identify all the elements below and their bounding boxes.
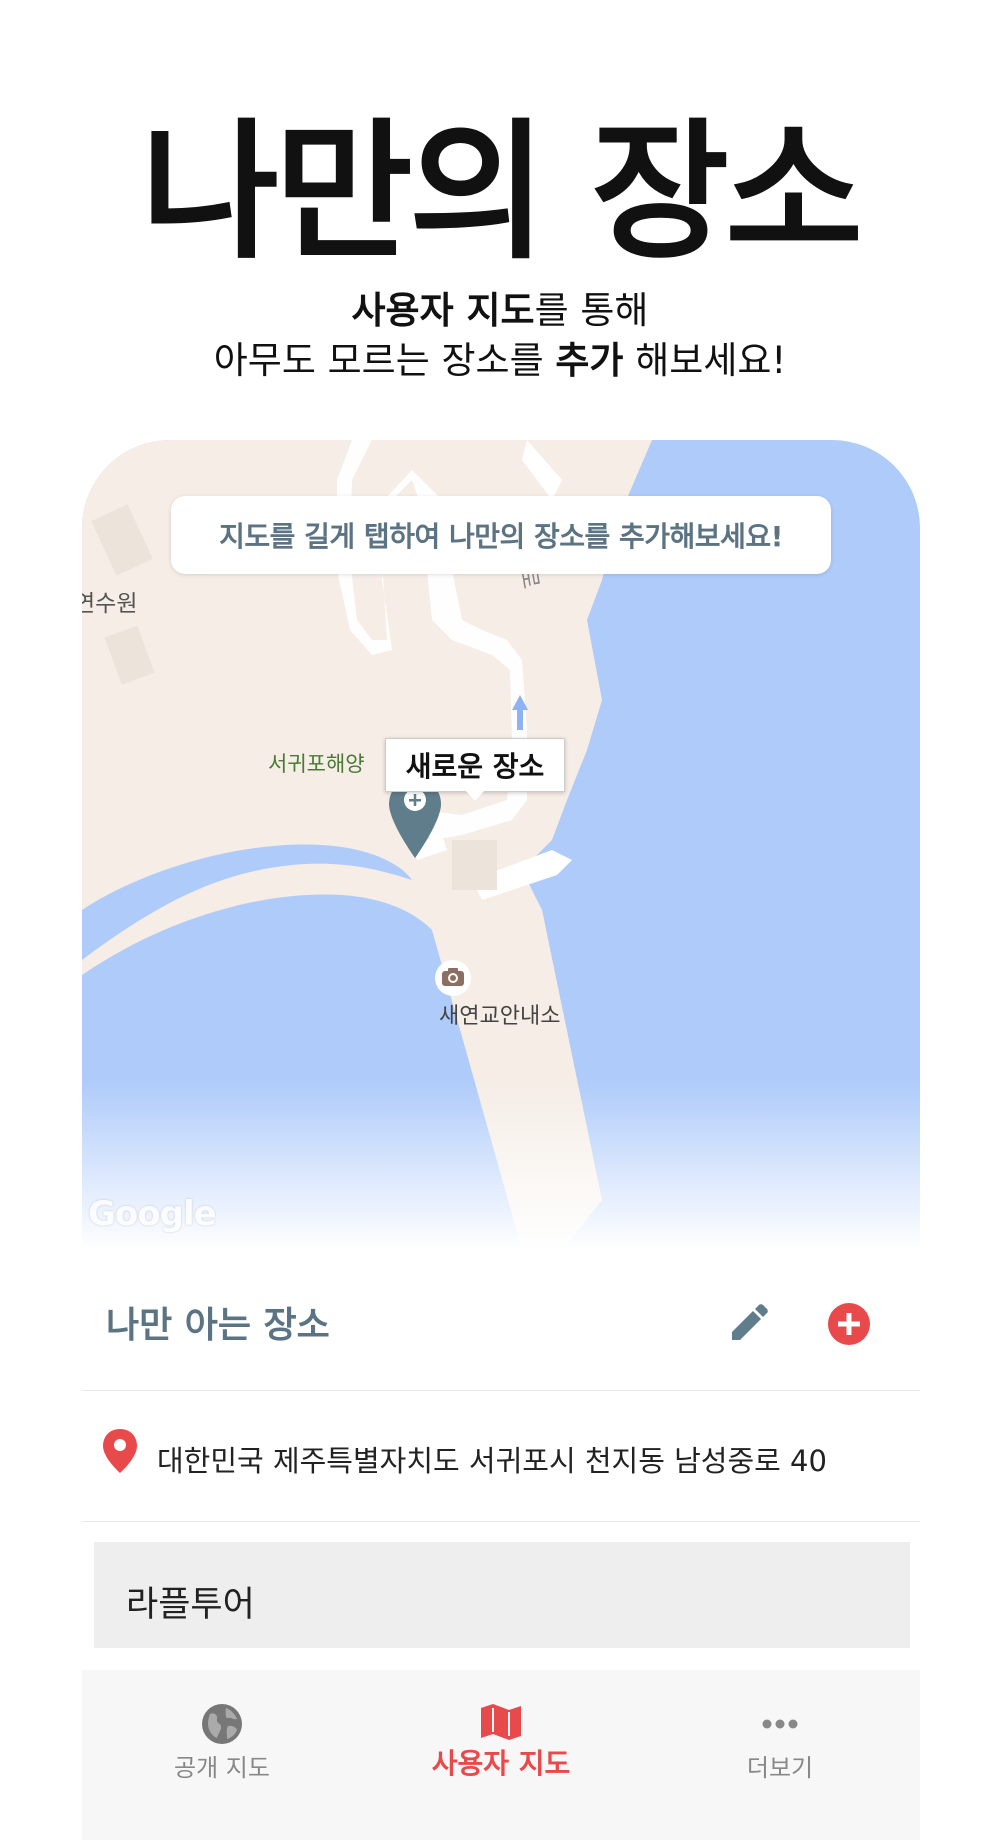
tab-more[interactable]: 더보기 (640, 1670, 920, 1782)
place-name: 나만 아는 장소 (106, 1305, 330, 1346)
new-place-callout[interactable]: 새로운 장소 (385, 738, 565, 801)
tab-public-map[interactable]: 공개 지도 (82, 1670, 362, 1782)
place-header: 나만 아는 장소 (82, 1250, 920, 1391)
place-note-text: 라플투어 (126, 1585, 255, 1625)
hero-subtitle: 사용자 지도를 통해 아무도 모르는 장소를 추가 해보세요! (0, 286, 1000, 386)
edit-button[interactable] (726, 1300, 772, 1346)
tab-user-map-label: 사용자 지도 (431, 1747, 571, 1780)
subtitle-bold-user-map: 사용자 지도 (351, 289, 535, 332)
place-address: 대한민국 제주특별자치도 서귀포시 천지동 남성중로 40 (157, 1444, 827, 1478)
globe-icon (202, 1704, 242, 1744)
tab-user-map[interactable]: 사용자 지도 (361, 1670, 641, 1780)
bottom-tab-bar: 공개 지도 사용자 지도 더보기 (82, 1670, 920, 1840)
map-hint-tooltip: 지도를 길게 탭하여 나만의 장소를 추가해보세요! (171, 496, 831, 574)
pencil-icon (732, 1304, 768, 1340)
map-label-seogwipo: 서귀포해양 (268, 752, 365, 776)
building-1 (452, 840, 497, 890)
location-pin-icon (103, 1429, 137, 1473)
map-icon (481, 1704, 521, 1740)
hero-subtitle-line2: 아무도 모르는 장소를 추가 해보세요! (0, 336, 1000, 386)
subtitle-text-2b: 해보세요! (623, 339, 787, 382)
subtitle-bold-add: 추가 (555, 339, 624, 382)
place-note-field[interactable]: 라플투어 (94, 1542, 910, 1648)
subtitle-text-2a: 아무도 모르는 장소를 (213, 339, 556, 382)
google-attribution-logo: Google (88, 1194, 217, 1234)
plus-circle-icon (828, 1303, 870, 1345)
map-view[interactable]: 남성중로 지도를 길게 탭하여 나만의 장소를 추가해보세요! 연수원 서귀포해… (82, 440, 920, 1250)
hero-subtitle-line1: 사용자 지도를 통해 (0, 286, 1000, 336)
hero-title: 나만의 장소 (140, 106, 863, 280)
subtitle-text-1: 를 통해 (534, 289, 649, 332)
more-dots-icon (762, 1719, 798, 1729)
add-place-button[interactable] (827, 1302, 871, 1346)
camera-icon (435, 960, 471, 996)
map-label-yeonsuwon: 연수원 (82, 591, 138, 617)
phone-frame: 남성중로 지도를 길게 탭하여 나만의 장소를 추가해보세요! 연수원 서귀포해… (82, 440, 920, 1840)
map-label-saeyeon: 새연교안내소 (439, 1004, 561, 1029)
address-row: 대한민국 제주특별자치도 서귀포시 천지동 남성중로 40 (82, 1390, 920, 1522)
